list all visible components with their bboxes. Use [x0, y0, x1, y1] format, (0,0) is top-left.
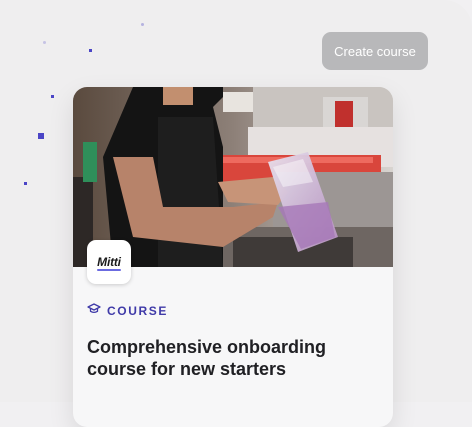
logo-text: Mitti	[97, 255, 121, 271]
course-title[interactable]: Comprehensive onboarding course for new …	[87, 336, 387, 380]
decor-dot	[89, 49, 92, 52]
graduation-cap-icon	[87, 302, 101, 320]
create-course-button[interactable]: Create course	[322, 32, 428, 70]
category-label: COURSE	[87, 302, 168, 320]
decor-dot	[43, 41, 46, 44]
decor-dot	[38, 133, 44, 139]
course-card[interactable]: Mitti COURSE Comprehensive onboarding co…	[73, 87, 393, 427]
decor-dot	[51, 95, 54, 98]
decor-dot	[24, 182, 27, 185]
brand-logo: Mitti	[87, 240, 131, 284]
category-text: COURSE	[107, 304, 168, 318]
decor-dot	[141, 23, 144, 26]
